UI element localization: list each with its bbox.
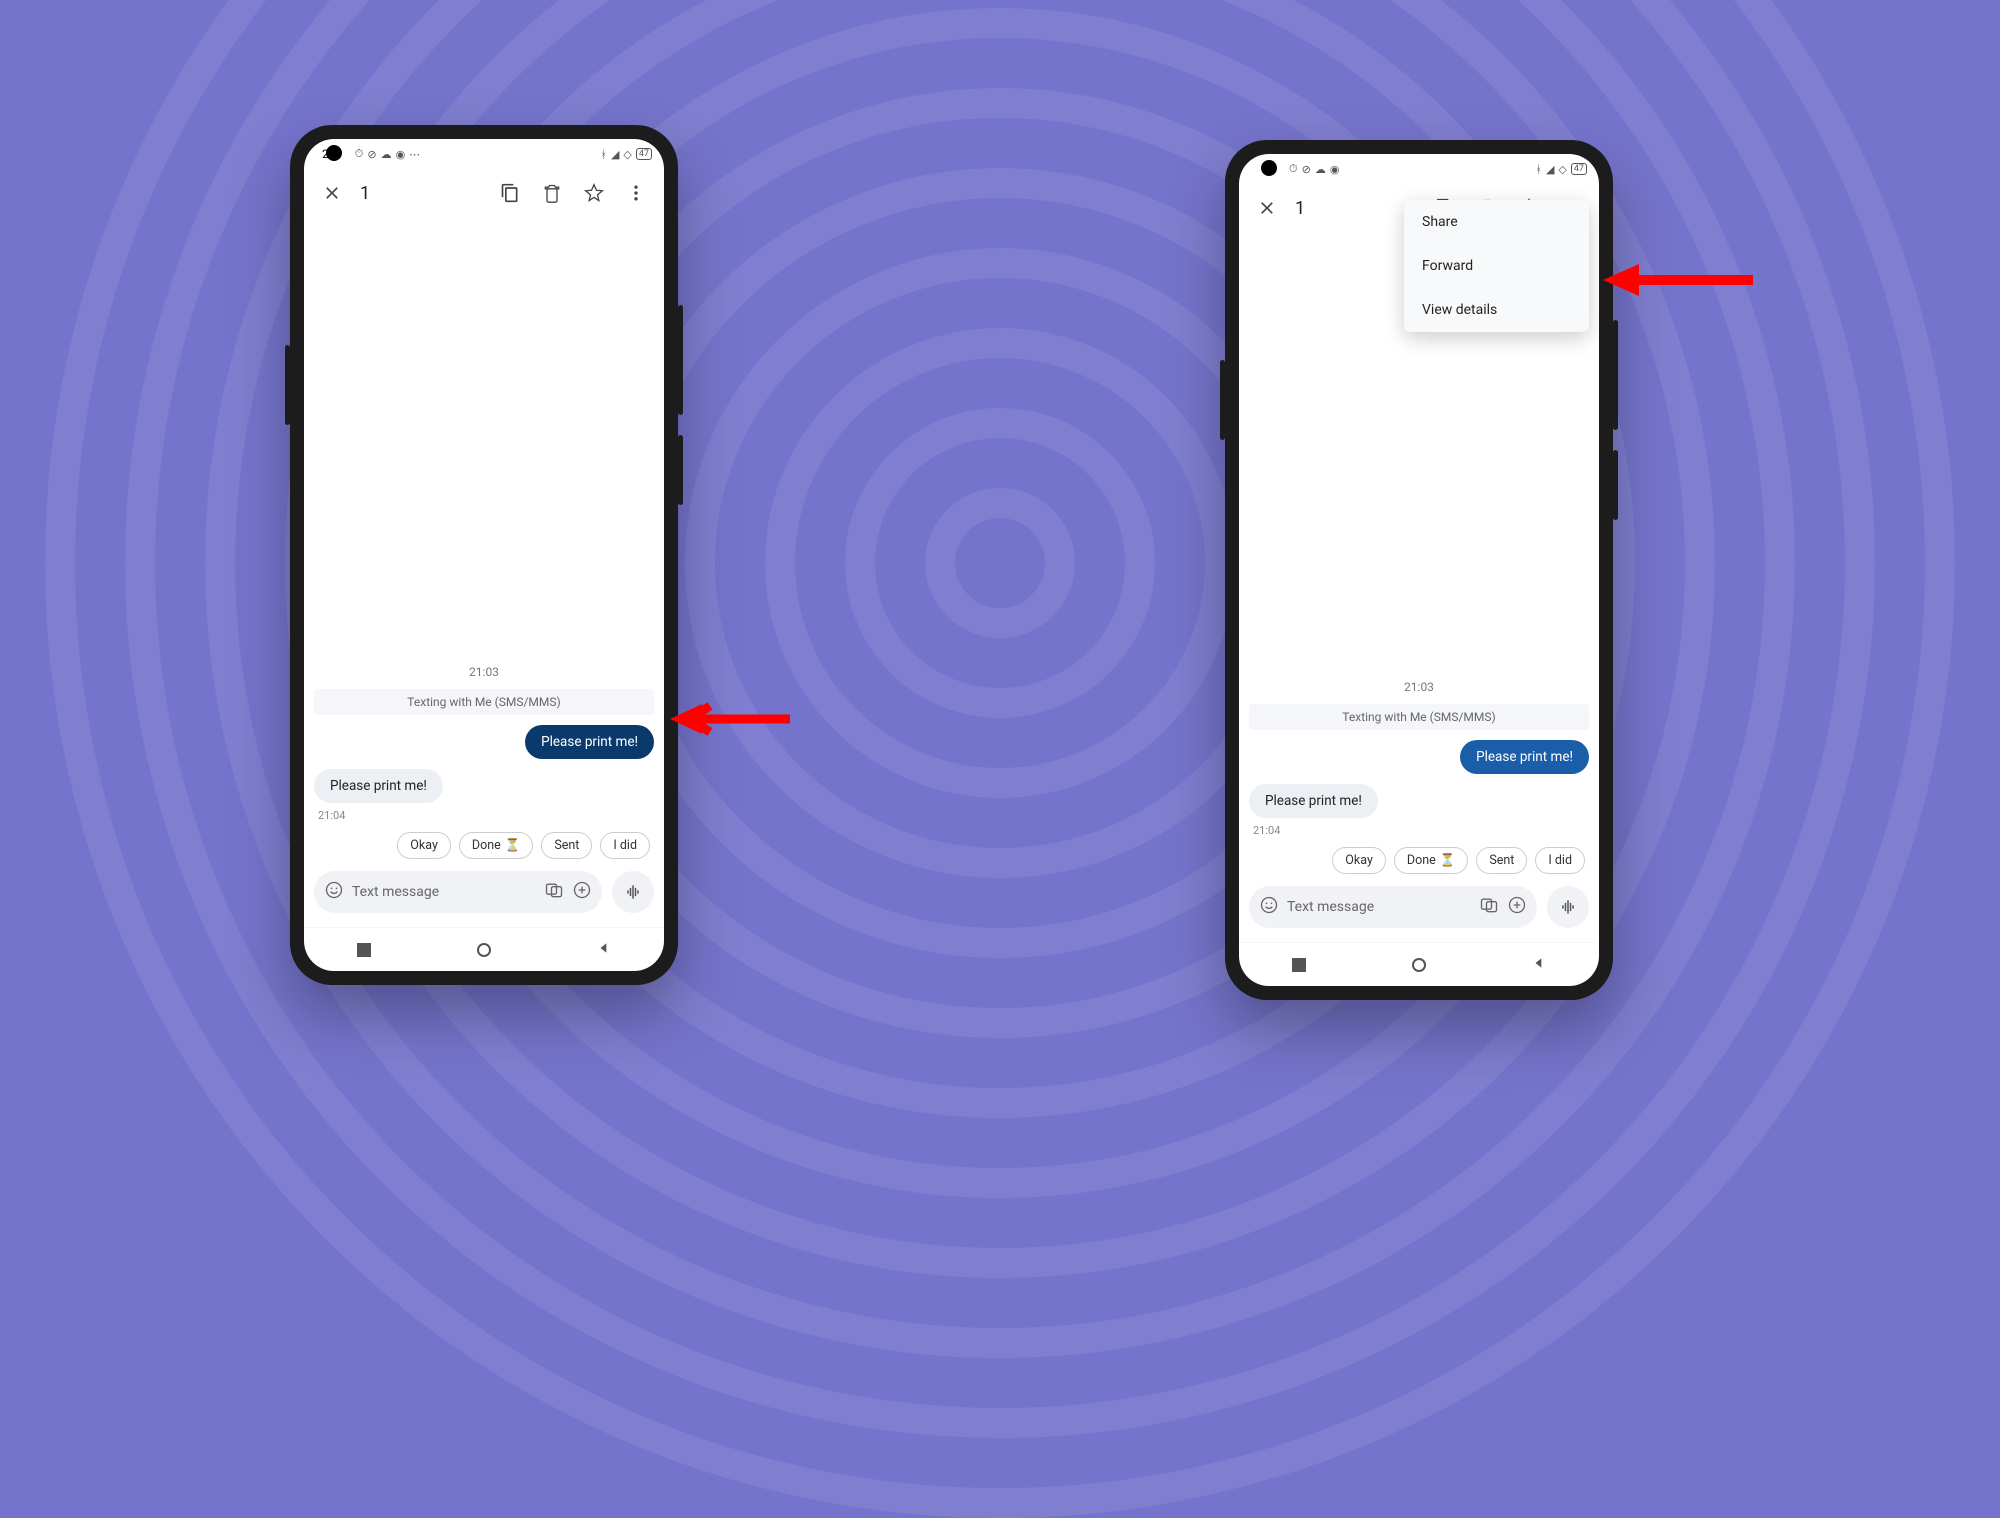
nav-bar [1239,942,1599,986]
dnd-icon: ⊘ [367,148,376,161]
smart-reply-chip[interactable]: Sent [1476,847,1527,874]
sent-message[interactable]: Please print me! [1460,740,1589,774]
signal-icon: ◢ [1546,163,1554,176]
close-button[interactable] [1249,190,1285,226]
copy-button[interactable] [492,175,528,211]
sent-message-selected[interactable]: Please print me! [525,725,654,759]
timestamp-label: 21:03 [1249,680,1589,694]
input-placeholder: Text message [352,884,439,900]
nav-back[interactable] [597,940,611,959]
smart-reply-chip[interactable]: Okay [1332,847,1386,874]
more-icon: ⋯ [409,148,420,161]
overflow-button[interactable] [618,175,654,211]
menu-view-details[interactable]: View details [1404,288,1589,332]
camera-punch [1261,160,1277,176]
close-button[interactable] [314,175,350,211]
phone-right: ⏱ ⊘ ☁ ◉ ᚼ ◢ ◇ 47 1 [1225,140,1613,1000]
gallery-icon[interactable] [1479,895,1499,919]
selection-count: 1 [1295,198,1305,219]
phone-left: 2 ⏱ ⊘ ☁ ◉ ⋯ ᚼ ◢ ◇ 47 1 [290,125,678,985]
annotation-arrow [670,702,790,736]
screen-right: ⏱ ⊘ ☁ ◉ ᚼ ◢ ◇ 47 1 [1239,154,1599,986]
nav-home[interactable] [477,943,491,957]
smart-reply-row: Okay Done⏳ Sent I did [1249,847,1589,874]
compose-row: Text message [1239,886,1599,942]
nav-recents[interactable] [357,943,371,957]
wifi-icon: ◇ [1558,163,1566,176]
nav-bar [304,927,664,971]
received-message[interactable]: Please print me! [314,769,443,803]
star-button[interactable] [576,175,612,211]
bluetooth-icon: ᚼ [600,148,607,161]
battery-icon: 47 [636,148,652,160]
add-icon[interactable] [1507,895,1527,919]
gallery-icon[interactable] [544,880,564,904]
signal-icon: ◢ [611,148,619,161]
received-message[interactable]: Please print me! [1249,784,1378,818]
smart-reply-row: Okay Done⏳ Sent I did [314,832,654,859]
smart-reply-chip[interactable]: I did [1535,847,1585,874]
screen-left: 2 ⏱ ⊘ ☁ ◉ ⋯ ᚼ ◢ ◇ 47 1 [304,139,664,971]
cloud-icon: ☁ [1315,163,1326,176]
conversation-area: 21:03 Texting with Me (SMS/MMS) Please p… [304,217,664,871]
emoji-icon[interactable] [1259,895,1279,919]
selection-appbar: 1 [304,169,664,217]
overflow-menu: Share Forward View details [1404,200,1589,332]
smart-reply-chip[interactable]: I did [600,832,650,859]
alarm-icon: ⏱ [355,147,364,161]
conversation-info: Texting with Me (SMS/MMS) [314,689,654,715]
conversation-info: Texting with Me (SMS/MMS) [1249,704,1589,730]
app-icon: ◉ [396,148,406,161]
received-time: 21:04 [318,809,345,822]
delete-button[interactable] [534,175,570,211]
dnd-icon: ⊘ [1302,163,1311,176]
smart-reply-chip[interactable]: Sent [541,832,592,859]
menu-share[interactable]: Share [1404,200,1589,244]
emoji-icon[interactable] [324,880,344,904]
smart-reply-chip[interactable]: Done⏳ [459,832,533,859]
message-input[interactable]: Text message [1249,886,1537,928]
wifi-icon: ◇ [623,148,631,161]
status-bar: ⏱ ⊘ ☁ ◉ ᚼ ◢ ◇ 47 [1239,154,1599,184]
selection-count: 1 [360,183,370,204]
status-bar: 2 ⏱ ⊘ ☁ ◉ ⋯ ᚼ ◢ ◇ 47 [304,139,664,169]
alarm-icon: ⏱ [1289,162,1298,176]
voice-button[interactable] [1547,886,1589,928]
bluetooth-icon: ᚼ [1535,163,1542,176]
voice-button[interactable] [612,871,654,913]
camera-punch [326,145,342,161]
message-input[interactable]: Text message [314,871,602,913]
timestamp-label: 21:03 [314,665,654,679]
smart-reply-chip[interactable]: Okay [397,832,451,859]
input-placeholder: Text message [1287,899,1374,915]
cloud-icon: ☁ [381,148,392,161]
add-icon[interactable] [572,880,592,904]
nav-back[interactable] [1532,955,1546,974]
nav-recents[interactable] [1292,958,1306,972]
app-icon: ◉ [1330,163,1340,176]
annotation-arrow [1603,263,1753,297]
nav-home[interactable] [1412,958,1426,972]
battery-icon: 47 [1571,163,1587,175]
menu-forward[interactable]: Forward [1404,244,1589,288]
smart-reply-chip[interactable]: Done⏳ [1394,847,1468,874]
received-time: 21:04 [1253,824,1280,837]
compose-row: Text message [304,871,664,927]
